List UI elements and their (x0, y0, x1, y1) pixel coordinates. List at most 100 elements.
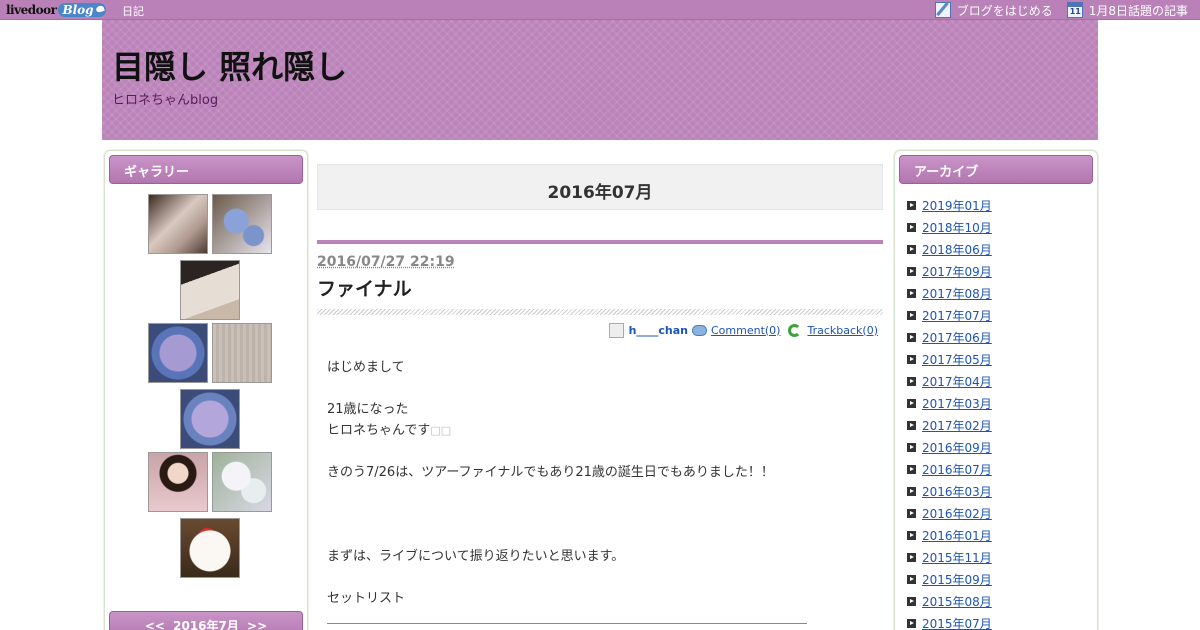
blog-title[interactable]: 目隠し 照れ隠し (112, 42, 347, 88)
gallery-thumb[interactable] (212, 194, 272, 254)
gallery-thumb[interactable] (212, 452, 272, 512)
arrow-bullet-icon (907, 376, 916, 386)
arrow-bullet-icon (907, 442, 916, 452)
calendar-nav[interactable]: << 2016年7月 >> (109, 611, 303, 630)
arrow-bullet-icon (907, 200, 916, 210)
gallery-thumb[interactable] (148, 194, 208, 254)
gallery-thumb[interactable] (212, 323, 272, 383)
archive-item[interactable]: 2015年07月 (907, 612, 1097, 630)
post-title[interactable]: ファイナル (317, 274, 883, 301)
gallery-thumb[interactable] (148, 323, 208, 383)
arrow-bullet-icon (907, 398, 916, 408)
trackback-icon (788, 323, 802, 337)
archive-link[interactable]: 2015年09月 (922, 571, 992, 588)
body-line (327, 504, 883, 525)
archive-item[interactable]: 2016年07月 (907, 458, 1097, 480)
body-line-with-emoji: ヒロネちゃんです□□ (327, 420, 883, 441)
arrow-bullet-icon (907, 244, 916, 254)
arrow-bullet-icon (907, 552, 916, 562)
archive-link[interactable]: 2017年09月 (922, 263, 992, 280)
archive-item[interactable]: 2018年10月 (907, 216, 1097, 238)
archive-item[interactable]: 2019年01月 (907, 194, 1097, 216)
body-line (327, 525, 883, 546)
diary-link[interactable]: 日記 (122, 3, 144, 19)
archive-item[interactable]: 2018年06月 (907, 238, 1097, 260)
archive-link[interactable]: 2019年01月 (922, 197, 992, 214)
arrow-bullet-icon (907, 222, 916, 232)
archive-link[interactable]: 2015年11月 (922, 549, 992, 566)
archive-link[interactable]: 2017年04月 (922, 373, 992, 390)
missing-emoji-glyph: □□ (430, 424, 452, 437)
archive-item[interactable]: 2016年03月 (907, 480, 1097, 502)
post-meta: h____chan Comment(0) Trackback(0) (317, 321, 883, 339)
title-hatch-divider (317, 309, 883, 315)
archive-item[interactable]: 2017年07月 (907, 304, 1097, 326)
arrow-bullet-icon (907, 464, 916, 474)
livedoor-topbar: livedoor Blog 日記 ブログをはじめる 11 1月8日話題の記事 (0, 0, 1200, 20)
post-divider (317, 240, 883, 244)
archive-item[interactable]: 2015年08月 (907, 590, 1097, 612)
archive-item[interactable]: 2015年11月 (907, 546, 1097, 568)
gallery-thumb[interactable] (180, 260, 240, 320)
archive-item[interactable]: 2016年01月 (907, 524, 1097, 546)
archive-link[interactable]: 2018年06月 (922, 241, 992, 258)
topic-articles-label: 1月8日話題の記事 (1088, 3, 1188, 18)
archive-item[interactable]: 2017年03月 (907, 392, 1097, 414)
body-line (327, 483, 883, 504)
body-line: セットリスト (327, 591, 406, 606)
archive-link[interactable]: 2015年07月 (922, 615, 992, 630)
blog-subtitle: ヒロネちゃんblog (112, 93, 219, 108)
arrow-bullet-icon (907, 530, 916, 540)
right-sidebar: アーカイブ 2019年01月 2018年10月 2018年06月 2017年09月 20… (894, 150, 1098, 630)
archive-item[interactable]: 2016年09月 (907, 436, 1097, 458)
archive-item[interactable]: 2016年02月 (907, 502, 1097, 524)
trackback-link[interactable]: Trackback(0) (807, 324, 878, 337)
gallery-thumb[interactable] (180, 518, 240, 578)
gallery-thumb[interactable] (180, 389, 240, 449)
gallery-heading: ギャラリー (109, 155, 303, 184)
archive-link[interactable]: 2016年01月 (922, 527, 992, 544)
archive-link[interactable]: 2017年03月 (922, 395, 992, 412)
calendar-icon: 11 (1066, 2, 1083, 18)
body-line: 21歳になった (327, 402, 409, 417)
month-heading: 2016年07月 (317, 164, 883, 210)
arrow-bullet-icon (907, 486, 916, 496)
archive-link[interactable]: 2017年05月 (922, 351, 992, 368)
archive-link[interactable]: 2016年09月 (922, 439, 992, 456)
archive-link[interactable]: 2018年10月 (922, 219, 992, 236)
archive-item[interactable]: 2015年09月 (907, 568, 1097, 590)
archive-item[interactable]: 2017年05月 (907, 348, 1097, 370)
archive-link[interactable]: 2016年02月 (922, 505, 992, 522)
arrow-bullet-icon (907, 574, 916, 584)
start-blog-link[interactable]: ブログをはじめる (934, 2, 1053, 19)
author-avatar-icon[interactable] (608, 322, 624, 338)
blog-header: 目隠し 照れ隠し ヒロネちゃんblog (102, 20, 1098, 140)
gallery-thumb[interactable] (148, 452, 208, 512)
logo-blog-text: Blog (58, 3, 106, 17)
archive-item[interactable]: 2017年08月 (907, 282, 1097, 304)
livedoor-blog-logo[interactable]: livedoor Blog (6, 1, 106, 19)
post-date[interactable]: 2016/07/27 22:19 (317, 254, 883, 270)
author-link[interactable]: h____chan (629, 324, 688, 337)
archive-item[interactable]: 2017年02月 (907, 414, 1097, 436)
post-body: はじめまして 21歳になった ヒロネちゃんです□□ きのう7/26は、ツアーファ… (317, 357, 883, 609)
arrow-bullet-icon (907, 618, 916, 628)
archive-link[interactable]: 2017年07月 (922, 307, 992, 324)
comment-bubble-icon (692, 324, 707, 336)
archive-item[interactable]: 2017年06月 (907, 326, 1097, 348)
archive-link[interactable]: 2017年02月 (922, 417, 992, 434)
archive-link[interactable]: 2017年06月 (922, 329, 992, 346)
arrow-bullet-icon (907, 596, 916, 606)
archive-link[interactable]: 2016年07月 (922, 461, 992, 478)
archive-link[interactable]: 2017年08月 (922, 285, 992, 302)
body-line (327, 567, 883, 588)
pencil-icon (934, 2, 951, 18)
archive-heading: アーカイブ (899, 155, 1093, 184)
archive-link[interactable]: 2016年03月 (922, 483, 992, 500)
archive-link[interactable]: 2015年08月 (922, 593, 992, 610)
topic-articles-link[interactable]: 11 1月8日話題の記事 (1066, 2, 1188, 19)
archive-item[interactable]: 2017年04月 (907, 370, 1097, 392)
archive-item[interactable]: 2017年09月 (907, 260, 1097, 282)
start-blog-label: ブログをはじめる (956, 3, 1053, 18)
comment-link[interactable]: Comment(0) (711, 324, 780, 337)
